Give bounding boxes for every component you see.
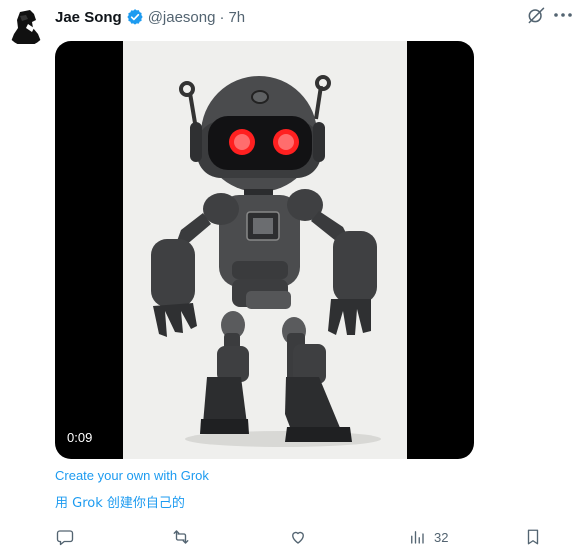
avatar-illustration (6, 6, 46, 46)
reply-icon (56, 530, 74, 546)
repost-icon (173, 530, 189, 544)
views-button[interactable]: 32 (408, 528, 448, 546)
author-name[interactable]: Jae Song (55, 9, 122, 26)
post-header: Jae Song @jaesong · 7h (55, 6, 245, 28)
create-with-grok-link-zh[interactable]: 用 Grok 创建你自己的 (55, 492, 185, 511)
like-icon (292, 531, 304, 544)
post-time[interactable]: 7h (228, 9, 245, 26)
bookmark-icon (527, 529, 539, 545)
video-duration: 0:09 (67, 430, 93, 445)
verified-badge-icon (126, 8, 144, 26)
avatar[interactable] (6, 6, 46, 46)
repost-button[interactable] (172, 528, 190, 546)
like-button[interactable] (289, 528, 307, 546)
more-icon[interactable] (552, 5, 574, 25)
reply-button[interactable] (56, 528, 74, 546)
create-with-grok-link[interactable]: Create your own with Grok (55, 468, 209, 483)
video-player[interactable]: 0:09 (55, 41, 474, 459)
views-icon (411, 531, 424, 544)
grok-icon[interactable] (526, 5, 546, 25)
author-handle[interactable]: @jaesong (148, 9, 216, 26)
robot-illustration (123, 41, 407, 459)
separator-dot: · (219, 8, 225, 26)
views-count: 32 (434, 529, 449, 545)
video-frame[interactable] (123, 41, 407, 459)
bookmark-button[interactable] (524, 528, 542, 546)
